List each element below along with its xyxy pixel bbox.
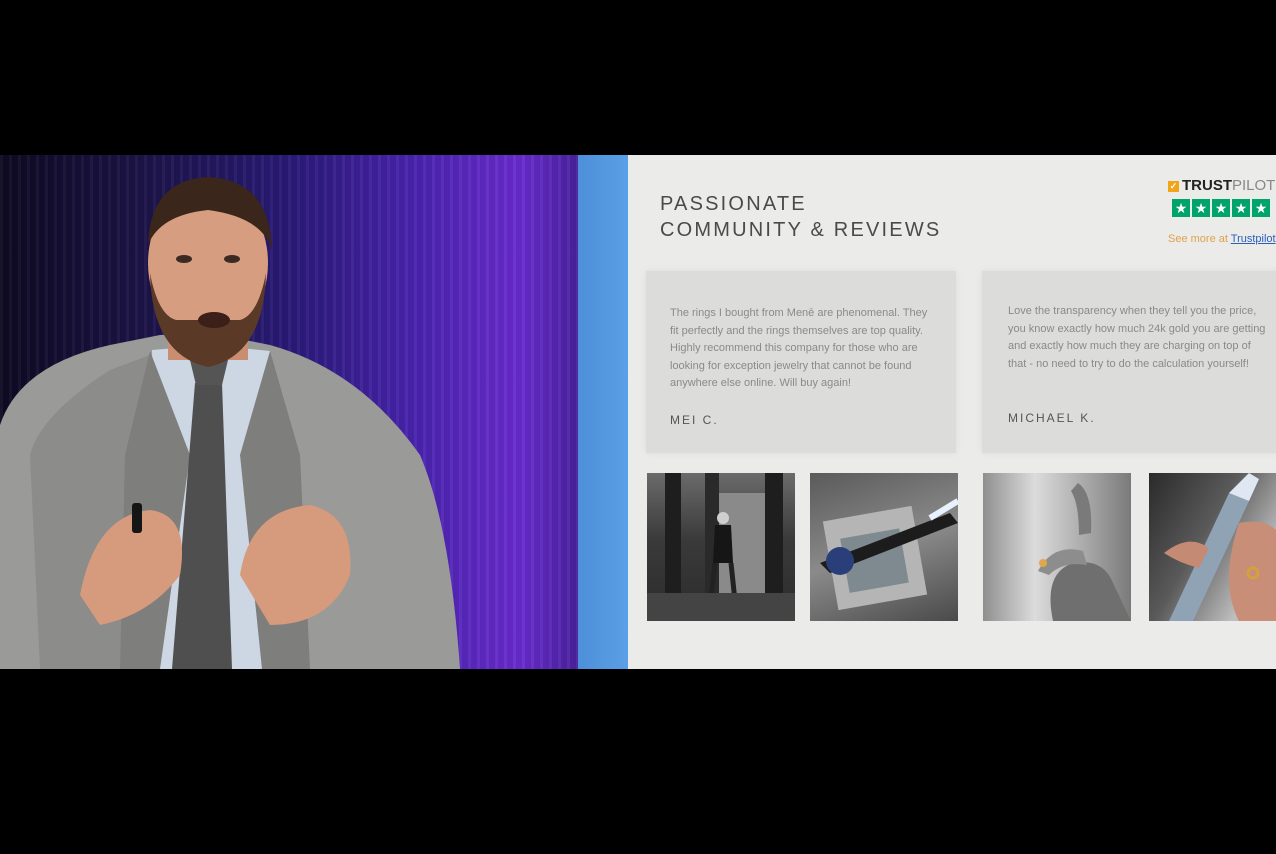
star-icon: ★ xyxy=(1232,199,1250,217)
review-text: The rings I bought from Menē are phenome… xyxy=(670,307,928,390)
trustpilot-logo: ✓ TRUSTPILOT xyxy=(1168,177,1276,194)
star-icon: ★ xyxy=(1212,199,1230,217)
review-card: Love the transparency when they tell you… xyxy=(982,271,1276,453)
rating-stars: ★ ★ ★ ★ ★ xyxy=(1172,199,1276,217)
slide-title: PASSIONATE COMMUNITY & REVIEWS xyxy=(660,191,941,243)
photo-torch-soldering xyxy=(810,473,958,621)
star-icon: ★ xyxy=(1172,199,1190,217)
review-text: Love the transparency when they tell you… xyxy=(1008,305,1266,370)
photo-ring-closeup xyxy=(983,473,1131,621)
video-frame: PASSIONATE COMMUNITY & REVIEWS ✓ TRUSTPIL… xyxy=(0,155,1276,669)
star-icon: ★ xyxy=(1192,199,1210,217)
presentation-slide: PASSIONATE COMMUNITY & REVIEWS ✓ TRUSTPIL… xyxy=(628,155,1276,669)
photo-jeweler-tool xyxy=(1149,473,1276,621)
see-more-text: See more at Trustpilot xyxy=(1168,233,1276,245)
photo-running-woman xyxy=(647,473,795,621)
review-author: MEI C. xyxy=(670,413,719,427)
review-card: The rings I bought from Menē are phenome… xyxy=(646,271,956,453)
slide-title-line1: PASSIONATE xyxy=(660,193,807,215)
slide-title-line2: COMMUNITY & REVIEWS xyxy=(660,219,942,241)
review-author: MICHAEL K. xyxy=(1008,411,1096,425)
trustpilot-link[interactable]: Trustpilot xyxy=(1231,233,1276,245)
screen-edge xyxy=(578,155,628,669)
speaker-stage xyxy=(0,155,578,669)
star-icon: ★ xyxy=(1252,199,1270,217)
trustpilot-badge: ✓ TRUSTPILOT ★ ★ ★ ★ ★ xyxy=(1168,177,1276,217)
speaker-figure xyxy=(0,177,460,669)
check-icon: ✓ xyxy=(1168,181,1179,192)
